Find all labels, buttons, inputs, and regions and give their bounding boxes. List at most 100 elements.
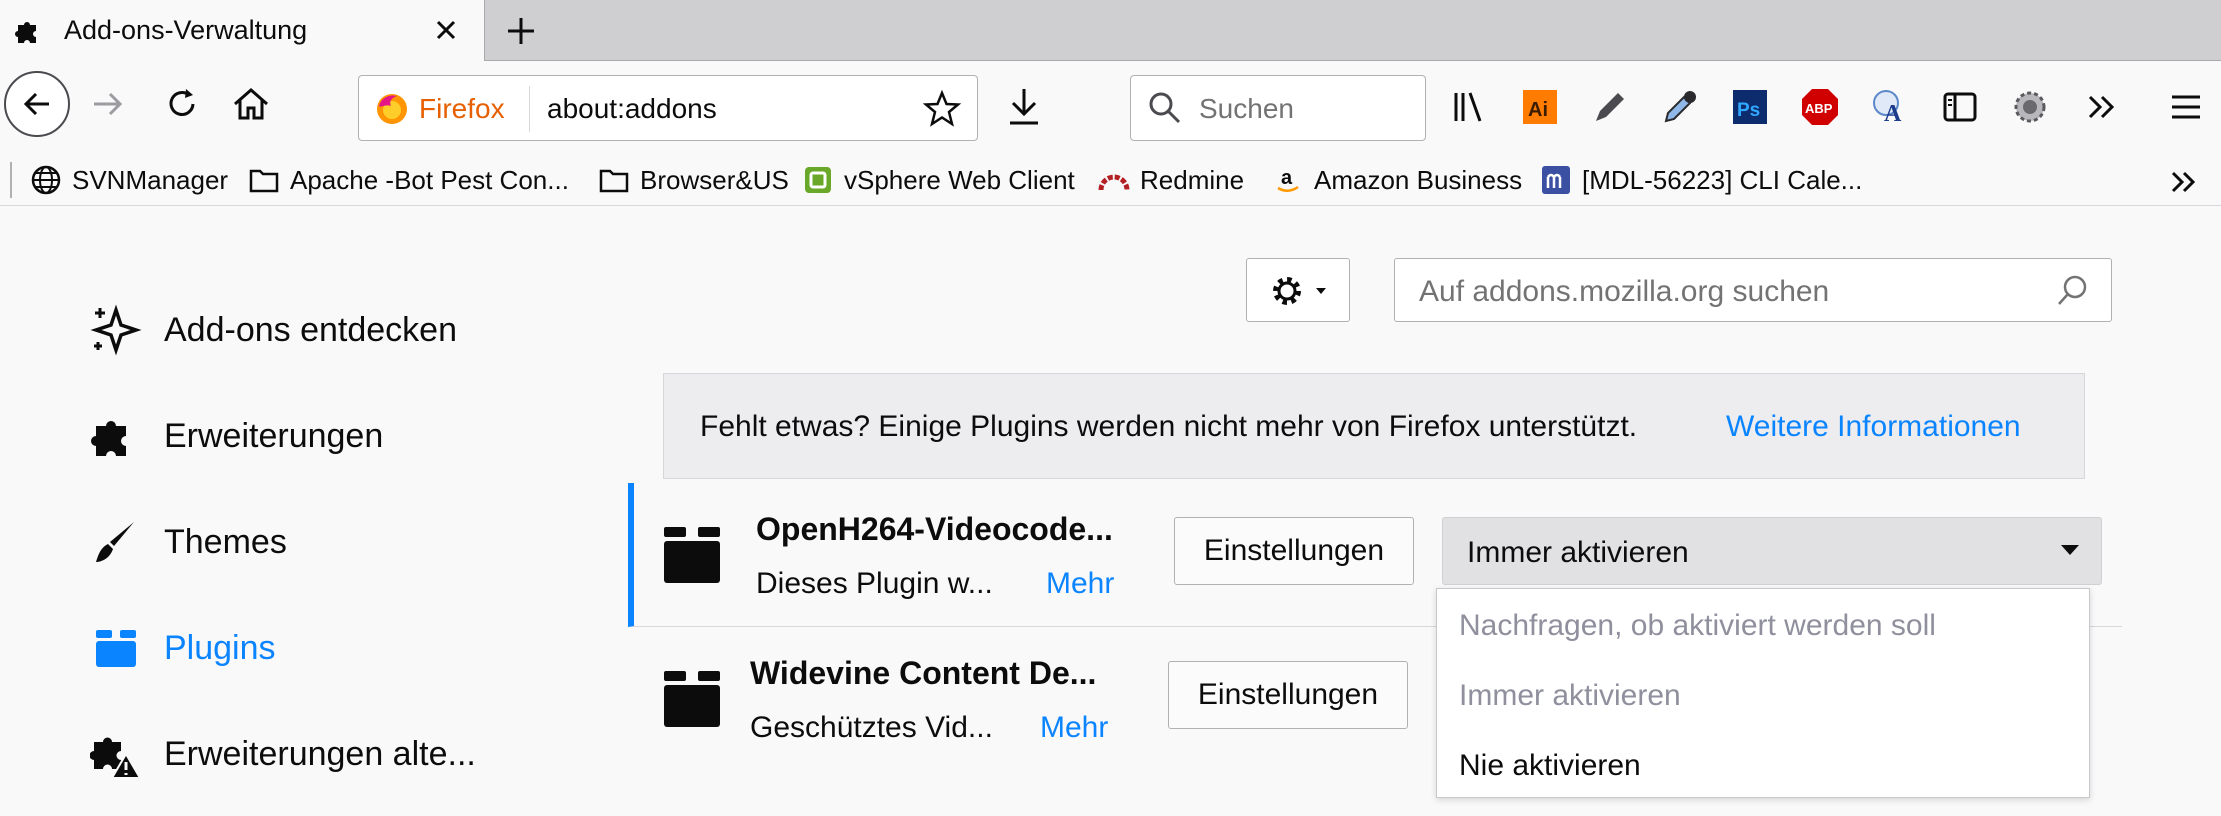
moodle-icon bbox=[1542, 166, 1570, 194]
reload-icon[interactable] bbox=[162, 84, 202, 124]
category-discover[interactable]: Add-ons entdecken bbox=[90, 300, 457, 360]
plugin-more-link[interactable]: Mehr bbox=[1040, 711, 1108, 745]
category-label: Erweiterungen alte... bbox=[164, 734, 476, 773]
redmine-icon bbox=[1098, 174, 1130, 191]
url-text[interactable]: about:addons bbox=[547, 93, 717, 125]
bookmarks-toolbar: SVNManager Apache -Bot Pest Con... Brows… bbox=[0, 156, 2221, 206]
option-always-activate[interactable]: Immer aktivieren bbox=[1459, 679, 1681, 713]
download-icon[interactable] bbox=[1004, 85, 1044, 129]
tab-addons-manager[interactable]: Add-ons-Verwaltung bbox=[0, 0, 485, 62]
option-never-activate[interactable]: Nie aktivieren bbox=[1459, 749, 1641, 783]
bookmark-label: Browser&US bbox=[640, 164, 789, 195]
chevron-down-icon bbox=[1316, 288, 1326, 294]
plugin-description: Dieses Plugin w... bbox=[756, 567, 993, 600]
bookmarks-separator bbox=[10, 162, 12, 198]
category-label: Erweiterungen bbox=[164, 416, 384, 455]
bookmark-label: Apache -Bot Pest Con... bbox=[290, 164, 569, 195]
bookmark-browser-us[interactable]: Browser&US bbox=[598, 162, 789, 198]
tab-title: Add-ons-Verwaltung bbox=[64, 15, 308, 45]
identity-label: Firefox bbox=[419, 93, 505, 124]
sidebar-icon[interactable] bbox=[1940, 87, 1980, 127]
adblock-plus-icon[interactable]: ABP bbox=[1800, 87, 1840, 127]
folder-icon bbox=[249, 169, 279, 193]
puzzle-icon bbox=[91, 421, 126, 456]
bookmark-label: Amazon Business bbox=[1314, 164, 1523, 195]
amo-search-input[interactable]: Auf addons.mozilla.org suchen bbox=[1394, 258, 2112, 322]
dropdown-arrow-icon bbox=[2061, 545, 2079, 555]
firefox-logo-icon bbox=[377, 94, 407, 124]
bookmark-apache[interactable]: Apache -Bot Pest Con... bbox=[248, 162, 569, 198]
search-icon bbox=[1149, 92, 1181, 124]
bookmark-svnmanager[interactable]: SVNManager bbox=[30, 162, 228, 198]
search-placeholder: Suchen bbox=[1199, 93, 1294, 124]
globe-icon bbox=[31, 165, 61, 195]
bookmark-amazon[interactable]: a Amazon Business bbox=[1272, 162, 1522, 198]
plugin-name: OpenH264-Videocode... bbox=[756, 511, 1113, 547]
plugin-state-select[interactable]: Immer aktivieren bbox=[1442, 517, 2102, 585]
adobe-illustrator-icon[interactable]: Ai bbox=[1520, 87, 1560, 127]
bookmark-label: vSphere Web Client bbox=[844, 164, 1075, 195]
svg-text:a: a bbox=[1281, 167, 1293, 189]
plugin-icon bbox=[96, 630, 136, 667]
plugin-notice: Fehlt etwas? Einige Plugins werden nicht… bbox=[663, 373, 2085, 479]
bookmarks-overflow-icon[interactable] bbox=[2166, 164, 2202, 200]
search-icon[interactable] bbox=[2055, 273, 2091, 309]
tab-strip: Add-ons-Verwaltung bbox=[0, 0, 2221, 62]
plugin-state-dropdown: Nachfragen, ob aktiviert werden soll Imm… bbox=[1436, 588, 2090, 798]
settings-gear-icon[interactable] bbox=[2010, 87, 2050, 127]
gear-icon bbox=[1273, 277, 1301, 305]
bookmark-label: Redmine bbox=[1140, 164, 1245, 195]
tools-menu-button[interactable] bbox=[1246, 258, 1350, 322]
vsphere-icon bbox=[805, 167, 831, 193]
svg-text:Ps: Ps bbox=[1737, 100, 1760, 121]
search-input[interactable]: Suchen bbox=[1130, 75, 1426, 141]
overflow-chevron-icon[interactable] bbox=[2082, 87, 2122, 127]
amazon-icon: a bbox=[1277, 167, 1299, 192]
settings-button[interactable]: Einstellungen bbox=[1168, 661, 1408, 729]
category-legacy-extensions[interactable]: Erweiterungen alte... bbox=[90, 724, 476, 784]
photoshop-icon[interactable]: Ps bbox=[1730, 87, 1770, 127]
home-icon[interactable] bbox=[230, 83, 272, 125]
plugin-more-link[interactable]: Mehr bbox=[1046, 567, 1114, 601]
back-arrow-icon bbox=[23, 92, 49, 116]
eyedropper-icon[interactable] bbox=[1660, 87, 1700, 127]
more-info-link[interactable]: Weitere Informationen bbox=[1726, 410, 2021, 444]
amo-search-placeholder: Auf addons.mozilla.org suchen bbox=[1419, 275, 1830, 308]
plugin-name: Widevine Content De... bbox=[750, 655, 1097, 691]
url-bar[interactable]: Firefox about:addons bbox=[358, 75, 978, 141]
notice-text: Fehlt etwas? Einige Plugins werden nicht… bbox=[700, 410, 1638, 443]
navigation-toolbar: Firefox about:addons Suchen Ai Ps ABP A bbox=[0, 61, 2221, 156]
category-themes[interactable]: Themes bbox=[90, 512, 287, 572]
category-plugins[interactable]: Plugins bbox=[90, 618, 276, 678]
svg-text:Ai: Ai bbox=[1528, 99, 1548, 121]
close-icon[interactable] bbox=[428, 12, 464, 48]
forward-arrow-icon[interactable] bbox=[88, 84, 128, 124]
plugin-description: Geschütztes Vid... bbox=[750, 711, 993, 744]
library-icon[interactable] bbox=[1450, 87, 1490, 127]
selected-state: Immer aktivieren bbox=[1467, 536, 1689, 569]
pencil-icon[interactable] bbox=[1590, 87, 1630, 127]
category-label: Add-ons entdecken bbox=[164, 310, 457, 349]
folder-icon bbox=[599, 169, 629, 193]
bookmark-label: SVNManager bbox=[72, 164, 229, 195]
hamburger-menu-icon[interactable] bbox=[2166, 87, 2206, 127]
svg-text:ABP: ABP bbox=[1805, 101, 1833, 116]
url-separator bbox=[529, 86, 530, 132]
bookmark-redmine[interactable]: Redmine bbox=[1098, 162, 1244, 198]
bookmark-star-icon[interactable] bbox=[923, 90, 961, 128]
plugin-icon bbox=[664, 671, 720, 727]
bookmark-vsphere[interactable]: vSphere Web Client bbox=[802, 162, 1075, 198]
settings-button[interactable]: Einstellungen bbox=[1174, 517, 1414, 585]
translate-icon[interactable]: A bbox=[1870, 87, 1910, 127]
back-button[interactable] bbox=[4, 71, 70, 137]
plugin-icon bbox=[664, 527, 720, 583]
category-extensions[interactable]: Erweiterungen bbox=[90, 406, 383, 466]
category-label: Plugins bbox=[164, 628, 276, 667]
new-tab-icon[interactable] bbox=[500, 10, 542, 52]
bookmark-label: [MDL-56223] CLI Cale... bbox=[1582, 164, 1863, 195]
category-label: Themes bbox=[164, 522, 287, 561]
discover-icon bbox=[90, 304, 142, 356]
bookmark-moodle[interactable]: [MDL-56223] CLI Cale... bbox=[1540, 162, 1862, 198]
option-ask-to-activate[interactable]: Nachfragen, ob aktiviert werden soll bbox=[1459, 609, 1936, 643]
svg-text:A: A bbox=[1884, 101, 1902, 127]
